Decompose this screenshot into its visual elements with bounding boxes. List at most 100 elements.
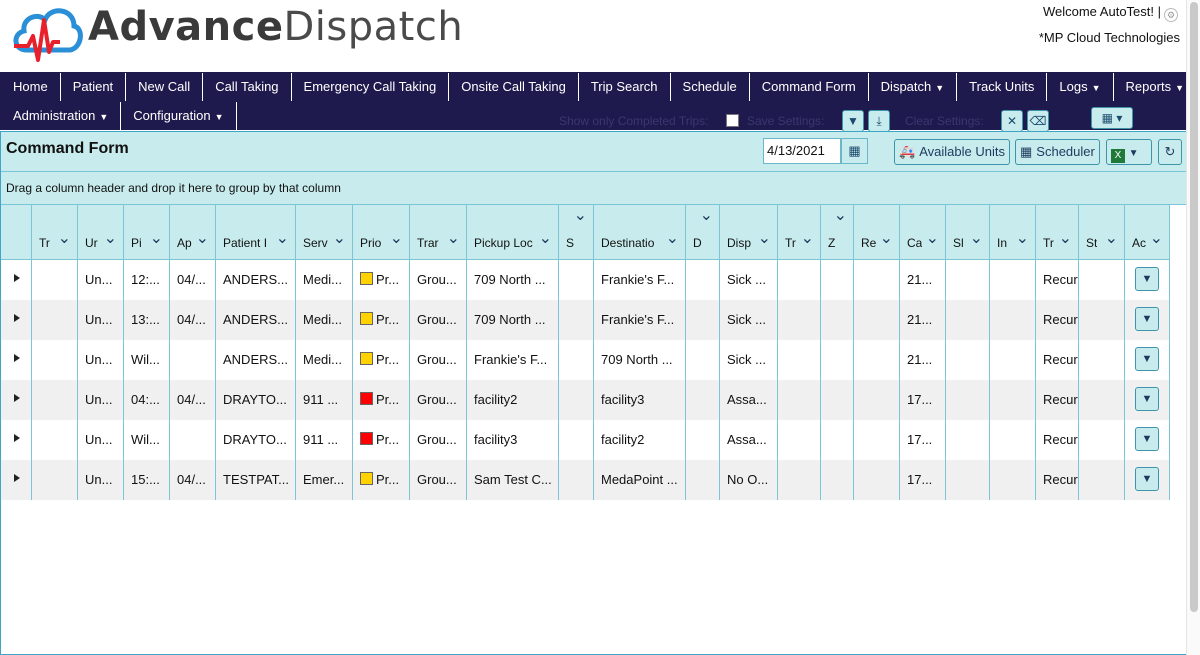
column-header[interactable]: Re ⌄ xyxy=(854,205,900,259)
chevron-down-icon[interactable]: ⌄ xyxy=(834,208,847,224)
column-header[interactable]: Ur ⌄ xyxy=(78,205,124,259)
show-completed-checkbox[interactable] xyxy=(726,114,739,127)
column-header[interactable]: Disp ⌄ xyxy=(720,205,778,259)
group-by-bar[interactable]: Drag a column header and drop it here to… xyxy=(1,172,1186,205)
row-actions-button[interactable]: ▼ xyxy=(1135,267,1159,291)
column-header[interactable]: St ⌄ xyxy=(1079,205,1125,259)
column-header[interactable]: Pi ⌄ xyxy=(124,205,170,259)
column-header[interactable]: Ap ⌄ xyxy=(170,205,216,259)
chevron-down-icon[interactable]: ⌄ xyxy=(150,231,163,247)
chevron-down-icon[interactable]: ⌄ xyxy=(333,231,346,247)
column-header[interactable]: Trar ⌄ xyxy=(410,205,467,259)
nav-patient[interactable]: Patient xyxy=(61,73,127,101)
save-filter-button[interactable]: ▼ xyxy=(842,110,864,132)
expand-arrow-icon[interactable] xyxy=(14,394,20,402)
row-expand-cell[interactable] xyxy=(1,300,32,340)
column-header[interactable]: Ca ⌄ xyxy=(900,205,946,259)
nav-new-call[interactable]: New Call xyxy=(126,73,204,101)
column-header[interactable]: Serv ⌄ xyxy=(296,205,353,259)
chevron-down-icon[interactable]: ⌄ xyxy=(1150,231,1163,247)
column-header[interactable]: Prio ⌄ xyxy=(353,205,410,259)
column-header[interactable]: S ⌄ xyxy=(559,205,594,259)
column-header[interactable]: Z ⌄ xyxy=(821,205,854,259)
scrollbar-thumb[interactable] xyxy=(1190,2,1198,612)
chevron-down-icon[interactable]: ⌄ xyxy=(539,231,552,247)
chevron-down-icon[interactable]: ⌄ xyxy=(666,231,679,247)
chevron-down-icon[interactable]: ⌄ xyxy=(276,231,289,247)
column-header[interactable]: Tr ⌄ xyxy=(1036,205,1079,259)
table-row[interactable]: Un... Wil... DRAYTO... 911 ... Pr... Grou... f… xyxy=(1,420,1170,460)
column-chooser-button[interactable]: ▦ ▾ xyxy=(1091,107,1133,129)
chevron-down-icon[interactable]: ⌄ xyxy=(970,231,983,247)
nav-dispatch[interactable]: Dispatch ▼ xyxy=(869,73,958,101)
nav-logs[interactable]: Logs ▼ xyxy=(1047,73,1114,101)
chevron-down-icon[interactable]: ⌄ xyxy=(104,231,117,247)
date-input[interactable]: 4/13/2021 xyxy=(763,138,841,164)
table-row[interactable]: Un... 13:... 04/... ANDERS... Medi... Pr... Gr… xyxy=(1,300,1170,340)
nav-trip-search[interactable]: Trip Search xyxy=(579,73,671,101)
chevron-down-icon[interactable]: ⌄ xyxy=(926,231,939,247)
calendar-button[interactable]: ▦ xyxy=(841,138,868,164)
chevron-down-icon[interactable]: ⌄ xyxy=(1059,231,1072,247)
expand-arrow-icon[interactable] xyxy=(14,274,20,282)
chevron-down-icon[interactable]: ⌄ xyxy=(574,208,587,224)
filter-icon: ▼ xyxy=(847,114,859,128)
row-actions-button[interactable]: ▼ xyxy=(1135,307,1159,331)
column-header[interactable]: Ac ⌄ xyxy=(1125,205,1170,259)
expand-arrow-icon[interactable] xyxy=(14,314,20,322)
chevron-down-icon[interactable]: ⌄ xyxy=(58,231,71,247)
scheduler-button[interactable]: ▦ Scheduler xyxy=(1015,139,1100,165)
excel-export-button[interactable]: X ▼ xyxy=(1106,139,1152,165)
refresh-button[interactable]: ↻ xyxy=(1158,139,1182,165)
clear-layout-button[interactable]: ⌫ xyxy=(1027,110,1049,132)
row-expand-cell[interactable] xyxy=(1,420,32,460)
chevron-down-icon[interactable]: ⌄ xyxy=(390,231,403,247)
row-expand-cell[interactable] xyxy=(1,340,32,380)
column-header[interactable]: Tr ⌄ xyxy=(778,205,821,259)
chevron-down-icon[interactable]: ⌄ xyxy=(1016,231,1029,247)
row-expand-cell[interactable] xyxy=(1,260,32,300)
column-header[interactable]: Pickup Loc ⌄ xyxy=(467,205,559,259)
table-row[interactable]: Un... Wil... ANDERS... Medi... Pr... Grou... F… xyxy=(1,340,1170,380)
gear-icon[interactable]: ⚙ xyxy=(1164,8,1178,22)
table-row[interactable]: Un... 15:... 04/... TESTPAT... Emer... Pr... G… xyxy=(1,460,1170,500)
expand-arrow-icon[interactable] xyxy=(14,474,20,482)
chevron-down-icon[interactable]: ⌄ xyxy=(758,231,771,247)
table-row[interactable]: Un... 04:... 04/... DRAYTO... 911 ... Pr... Gr… xyxy=(1,380,1170,420)
table-row[interactable]: Un... 12:... 04/... ANDERS... Medi... Pr... Gr… xyxy=(1,260,1170,300)
nav-home[interactable]: Home xyxy=(1,73,61,101)
column-header[interactable]: Destinatio ⌄ xyxy=(594,205,686,259)
chevron-down-icon[interactable]: ⌄ xyxy=(880,231,893,247)
row-actions-button[interactable]: ▼ xyxy=(1135,427,1159,451)
nav-reports[interactable]: Reports ▼ xyxy=(1114,73,1197,101)
column-header[interactable]: Sl ⌄ xyxy=(946,205,990,259)
chevron-down-icon[interactable]: ⌄ xyxy=(447,231,460,247)
column-header[interactable]: Patient I ⌄ xyxy=(216,205,296,259)
chevron-down-icon[interactable]: ⌄ xyxy=(1105,231,1118,247)
available-units-button[interactable]: 🚑 Available Units xyxy=(894,139,1010,165)
column-header[interactable]: D ⌄ xyxy=(686,205,720,259)
expand-arrow-icon[interactable] xyxy=(14,434,20,442)
row-actions-button[interactable]: ▼ xyxy=(1135,347,1159,371)
row-actions-button[interactable]: ▼ xyxy=(1135,387,1159,411)
chevron-down-icon[interactable]: ⌄ xyxy=(700,208,713,224)
nav-command-form[interactable]: Command Form xyxy=(750,73,869,101)
nav-schedule[interactable]: Schedule xyxy=(671,73,750,101)
chevron-down-icon[interactable]: ⌄ xyxy=(801,231,814,247)
nav-configuration[interactable]: Configuration ▼ xyxy=(121,102,237,130)
clear-filter-button[interactable]: ✕ xyxy=(1001,110,1023,132)
chevron-down-icon[interactable]: ⌄ xyxy=(196,231,209,247)
nav-emergency-call-taking[interactable]: Emergency Call Taking xyxy=(292,73,450,101)
page-scrollbar[interactable] xyxy=(1186,0,1200,655)
column-header[interactable]: In ⌄ xyxy=(990,205,1036,259)
row-expand-cell[interactable] xyxy=(1,380,32,420)
save-download-button[interactable]: ⤓ xyxy=(868,110,890,132)
nav-track-units[interactable]: Track Units xyxy=(957,73,1048,101)
nav-call-taking[interactable]: Call Taking xyxy=(203,73,292,101)
row-expand-cell[interactable] xyxy=(1,460,32,500)
row-actions-button[interactable]: ▼ xyxy=(1135,467,1159,491)
expand-arrow-icon[interactable] xyxy=(14,354,20,362)
nav-onsite-call-taking[interactable]: Onsite Call Taking xyxy=(449,73,579,101)
nav-administration[interactable]: Administration ▼ xyxy=(1,102,122,130)
column-header[interactable]: Tr ⌄ xyxy=(32,205,78,259)
